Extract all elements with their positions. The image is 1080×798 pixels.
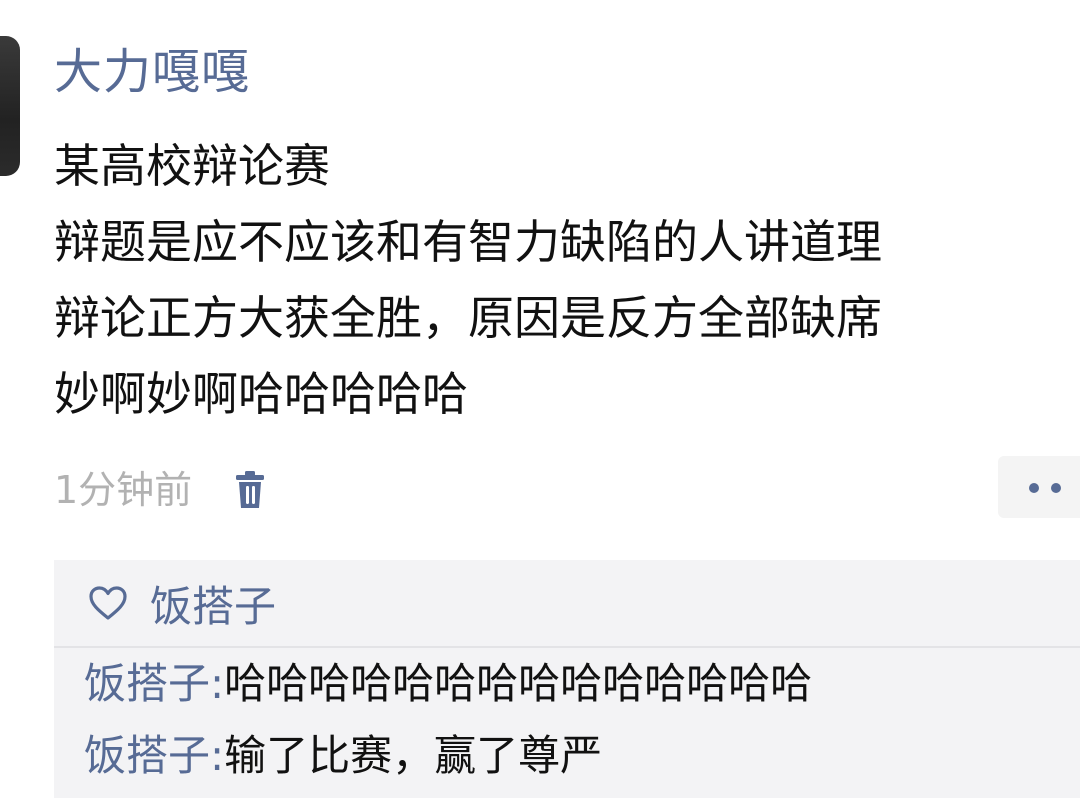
more-dots-icon[interactable] [998, 456, 1080, 518]
comment-text: 输了比赛，赢了尊严 [224, 731, 603, 780]
like-name[interactable]: 饭搭子 [150, 573, 276, 634]
more-dot [1029, 483, 1039, 493]
avatar[interactable] [0, 36, 20, 176]
post-line: 辩题是应不应该和有智力缺陷的人讲道理 [54, 215, 882, 269]
post-line: 妙啊妙啊哈哈哈哈哈 [54, 367, 468, 421]
post-time: 1分钟前 [54, 468, 193, 512]
post-line: 辩论正方大获全胜，原因是反方全部缺席 [54, 291, 882, 345]
post-username[interactable]: 大力嘎嘎 [54, 40, 250, 104]
trash-icon[interactable] [232, 470, 268, 510]
comment-item[interactable]: 饭搭子:哈哈哈哈哈哈哈哈哈哈哈哈哈哈 [54, 648, 1080, 720]
heart-outline-icon [88, 585, 128, 621]
comment-separator: : [210, 731, 225, 780]
comment-author[interactable]: 饭搭子 [84, 731, 210, 780]
comment-author[interactable]: 饭搭子 [84, 659, 210, 708]
comment-item[interactable]: 饭搭子:输了比赛，赢了尊严 [54, 720, 1080, 792]
likes-row: 饭搭子 [54, 560, 1080, 646]
post-meta: 1分钟前 [54, 460, 268, 520]
moments-post: 大力嘎嘎 某高校辩论赛 辩题是应不应该和有智力缺陷的人讲道理 辩论正方大获全胜，… [0, 0, 1080, 798]
comment-text: 哈哈哈哈哈哈哈哈哈哈哈哈哈哈 [224, 659, 813, 708]
comment-separator: : [210, 659, 225, 708]
post-content: 某高校辩论赛 辩题是应不应该和有智力缺陷的人讲道理 辩论正方大获全胜，原因是反方… [54, 128, 1080, 432]
more-dot [1051, 483, 1061, 493]
post-line: 某高校辩论赛 [54, 139, 330, 193]
comments-panel: 饭搭子 饭搭子:哈哈哈哈哈哈哈哈哈哈哈哈哈哈 饭搭子:输了比赛，赢了尊严 [54, 560, 1080, 798]
